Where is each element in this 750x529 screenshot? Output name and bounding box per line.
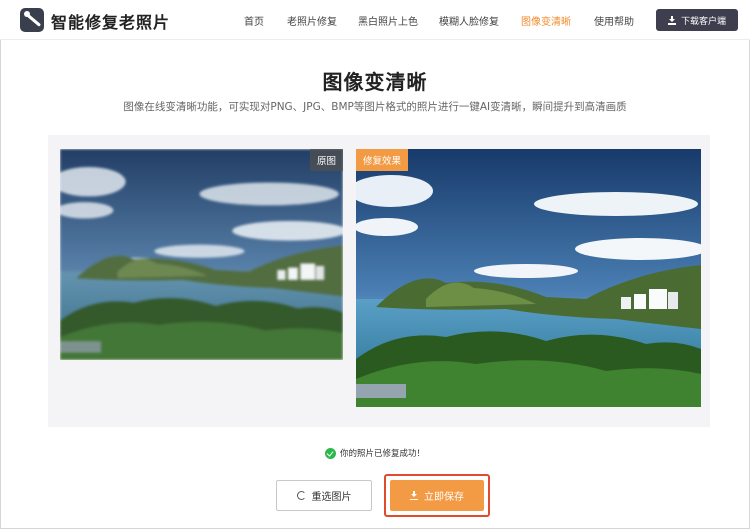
check-circle-icon: [324, 447, 336, 459]
reselect-image-button[interactable]: 重选图片: [276, 480, 372, 511]
repaired-photo: [356, 149, 701, 407]
success-text: 你的照片已修复成功！: [339, 449, 425, 459]
download-client-label: 下载客户端: [680, 16, 726, 27]
success-message: 你的照片已修复成功！: [0, 447, 750, 459]
save-label: 立即保存: [424, 492, 464, 503]
original-photo: [60, 149, 343, 360]
nav-help[interactable]: 使用帮助: [594, 13, 634, 28]
original-tag: 原图: [309, 149, 343, 171]
nav-old-photo-repair[interactable]: 老照片修复: [287, 13, 337, 28]
nav-image-sharpen[interactable]: 图像变清晰: [521, 13, 571, 28]
repaired-tag: 修复效果: [356, 149, 409, 171]
logo-icon[interactable]: [20, 8, 44, 32]
repaired-image: 修复效果: [356, 149, 701, 407]
download-icon: [667, 15, 676, 25]
nav-colorize[interactable]: 黑白照片上色: [358, 13, 418, 28]
brand-name[interactable]: 智能修复老照片: [51, 9, 170, 33]
refresh-icon: [296, 491, 306, 500]
original-image: 原图: [60, 149, 343, 360]
download-client-button[interactable]: 下载客户端: [656, 9, 738, 31]
reselect-label: 重选图片: [311, 492, 352, 503]
nav-face-repair[interactable]: 模糊人脸修复: [439, 13, 499, 28]
download-icon: [410, 491, 418, 500]
top-header: 智能修复老照片 首页 老照片修复 黑白照片上色 模糊人脸修复 图像变清晰 使用帮…: [0, 0, 750, 40]
page-title: 图像变清晰: [322, 70, 428, 94]
page-subtitle: 图像在线变清晰功能，可实现对PNG、JPG、BMP等图片格式的照片进行一键AI变…: [123, 101, 627, 113]
save-now-button[interactable]: 立即保存: [390, 480, 484, 511]
nav-home[interactable]: 首页: [244, 13, 264, 28]
